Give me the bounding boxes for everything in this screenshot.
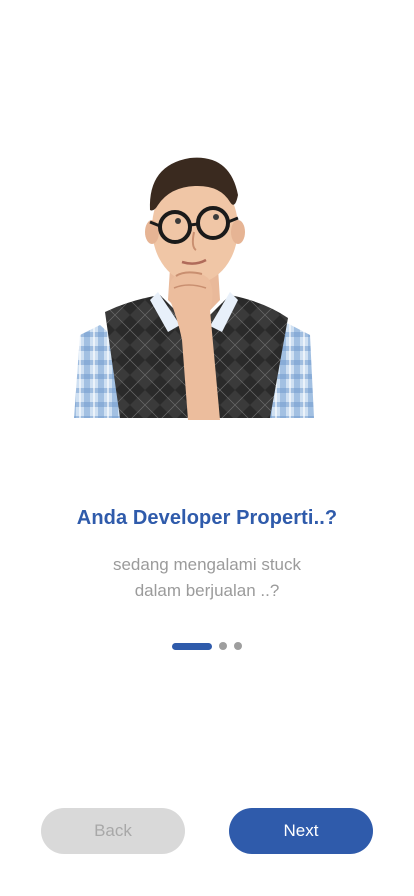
page-indicator-dot-active [172, 642, 212, 650]
onboarding-screen: Anda Developer Properti..? sedang mengal… [0, 0, 414, 896]
next-button[interactable]: Next [229, 808, 373, 854]
onboarding-title: Anda Developer Properti..? [76, 507, 338, 529]
back-button[interactable]: Back [41, 808, 185, 854]
subtitle-line-2: dalam berjualan ..? [134, 581, 280, 600]
thinking-man-illustration [74, 157, 314, 420]
onboarding-subtitle: sedang mengalami stuck dalam berjualan .… [0, 552, 414, 604]
subtitle-line-1: sedang mengalami stuck [112, 555, 302, 574]
page-indicator-dot [234, 642, 242, 650]
page-indicator [0, 642, 414, 650]
page-indicator-dot [219, 642, 227, 650]
